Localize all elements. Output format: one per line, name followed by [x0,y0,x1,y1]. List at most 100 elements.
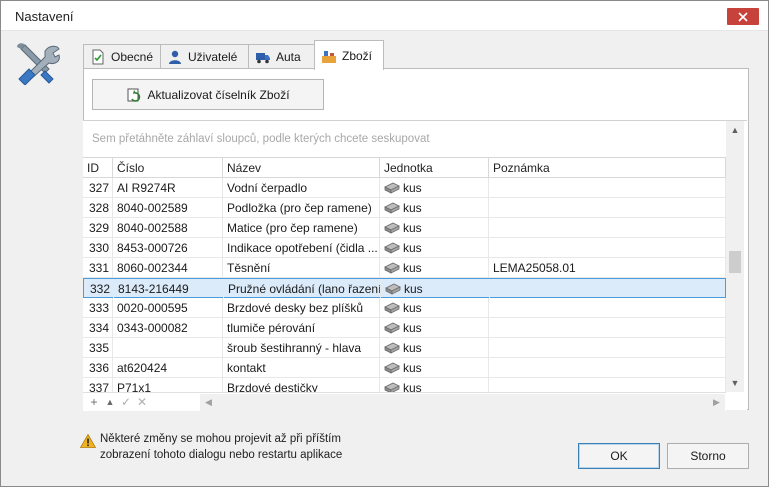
tab-obecne[interactable]: Obecné [83,44,161,69]
group-by-panel[interactable]: Sem přetáhněte záhlaví sloupců, podle kt… [83,121,726,157]
cell-jednotka[interactable]: kus [380,318,489,337]
column-header-poznamka[interactable]: Poznámka [489,158,726,178]
cell-jednotka[interactable]: kus [380,358,489,377]
scroll-down-icon[interactable]: ▼ [726,374,744,391]
cell-jednotka[interactable]: kus [380,378,489,392]
unit-label: kus [403,301,422,315]
cell-nazev[interactable]: Vodní čerpadlo [223,178,380,197]
cell-nazev[interactable]: Těsnění [223,258,380,277]
cell-nazev[interactable]: Podložka (pro čep ramene) [223,198,380,217]
confirm-icon[interactable]: ✓ [119,395,133,409]
add-row-icon[interactable]: + [87,395,101,409]
cell-cislo[interactable]: 8143-216449 [114,279,224,298]
cell-poznamka[interactable] [489,378,726,392]
tools-icon [17,43,60,85]
cell-id[interactable]: 332 [84,279,114,298]
column-header-nazev[interactable]: Název [223,158,380,178]
cell-id[interactable]: 329 [83,218,113,237]
table-row[interactable]: 327 AI R9274R Vodní čerpadlo kus [83,178,726,198]
cell-jednotka[interactable]: kus [380,298,489,317]
window-title: Nastavení [15,9,74,24]
cell-id[interactable]: 334 [83,318,113,337]
cancel-edit-icon[interactable]: ✕ [135,395,149,409]
scroll-up-icon[interactable]: ▲ [726,121,744,138]
table-row[interactable]: 335 šroub šestihranný - hlava kus [83,338,726,358]
cell-id[interactable]: 331 [83,258,113,277]
ok-button[interactable]: OK [578,443,660,469]
cell-cislo[interactable]: at620424 [113,358,223,377]
cell-id[interactable]: 333 [83,298,113,317]
cell-jednotka[interactable]: kus [380,258,489,277]
cell-id[interactable]: 327 [83,178,113,197]
scroll-left-icon[interactable]: ◀ [200,394,217,411]
cell-poznamka[interactable] [489,238,726,257]
cell-id[interactable]: 330 [83,238,113,257]
table-row[interactable]: 333 0020-000595 Brzdové desky bez plíšků ku… [83,298,726,318]
unit-piece-icon [384,322,400,334]
refresh-catalog-icon [127,88,141,102]
tab-zbozi[interactable]: Zboží [314,40,384,70]
cell-nazev[interactable]: Brzdové desky bez plíšků [223,298,380,317]
cell-cislo[interactable]: AI R9274R [113,178,223,197]
cell-jednotka[interactable]: kus [380,198,489,217]
scrollbar-thumb[interactable] [729,251,741,273]
cell-jednotka[interactable]: kus [380,218,489,237]
scroll-right-icon[interactable]: ▶ [708,394,725,411]
cell-nazev[interactable]: šroub šestihranný - hlava [223,338,380,357]
cell-nazev[interactable]: Matice (pro čep ramene) [223,218,380,237]
column-header-cislo[interactable]: Číslo [113,158,223,178]
cell-id[interactable]: 335 [83,338,113,357]
move-up-icon[interactable]: ▲ [103,395,117,409]
unit-piece-icon [384,262,400,274]
cell-nazev[interactable]: Pružné ovládání (lano řazení) [224,279,381,298]
cell-cislo[interactable]: 0343-000082 [113,318,223,337]
cell-cislo[interactable]: P71x1 [113,378,223,392]
warning-text-line2: zobrazení tohoto dialogu nebo restartu a… [100,449,343,461]
cell-poznamka[interactable] [489,318,726,337]
cell-nazev[interactable]: tlumiče pérování [223,318,380,337]
cell-poznamka[interactable] [489,358,726,377]
table-row[interactable]: 331 8060-002344 Těsnění kus LEMA25058.01 [83,258,726,278]
cell-poznamka[interactable] [489,338,726,357]
tab-uzivatele[interactable]: Uživatelé [160,44,249,69]
table-row-selected[interactable]: 332 8143-216449 Pružné ovládání (lano řaze… [83,278,726,298]
cell-poznamka[interactable] [490,279,726,298]
table-row[interactable]: 336 at620424 kontakt kus [83,358,726,378]
cell-cislo[interactable]: 8060-002344 [113,258,223,277]
horizontal-scrollbar[interactable]: ◀ ▶ [200,394,725,411]
cell-jednotka[interactable]: kus [380,178,489,197]
cell-jednotka[interactable]: kus [381,279,490,298]
table-row[interactable]: 329 8040-002588 Matice (pro čep ramene) kus [83,218,726,238]
cell-poznamka[interactable] [489,198,726,217]
cancel-button[interactable]: Storno [667,443,749,469]
cell-cislo[interactable]: 0020-000595 [113,298,223,317]
table-row[interactable]: 330 8453-000726 Indikace opotřebení (čidla… [83,238,726,258]
cell-cislo[interactable] [113,338,223,357]
cell-nazev[interactable]: kontakt [223,358,380,377]
cell-id[interactable]: 328 [83,198,113,217]
cell-cislo[interactable]: 8040-002588 [113,218,223,237]
cell-nazev[interactable]: Indikace opotřebení (čidla ... [223,238,380,257]
cell-cislo[interactable]: 8040-002589 [113,198,223,217]
close-icon [738,11,748,22]
table-row[interactable]: 334 0343-000082 tlumiče pérování kus [83,318,726,338]
tab-auta[interactable]: Auta [248,44,315,69]
cell-poznamka[interactable] [489,298,726,317]
column-header-id[interactable]: ID [83,158,113,178]
table-row[interactable]: 337 P71x1 Brzdové destičky kus [83,378,726,392]
cell-jednotka[interactable]: kus [380,338,489,357]
cell-poznamka[interactable] [489,178,726,197]
cell-id[interactable]: 336 [83,358,113,377]
cell-nazev[interactable]: Brzdové destičky [223,378,380,392]
cell-poznamka[interactable] [489,218,726,237]
table-row[interactable]: 328 8040-002589 Podložka (pro čep ramene) k… [83,198,726,218]
cell-poznamka[interactable]: LEMA25058.01 [489,258,726,277]
column-header-jednotka[interactable]: Jednotka [380,158,489,178]
cell-jednotka[interactable]: kus [380,238,489,257]
cell-cislo[interactable]: 8453-000726 [113,238,223,257]
close-button[interactable] [727,8,759,25]
cell-id[interactable]: 337 [83,378,113,392]
update-catalog-button[interactable]: Aktualizovat číselník Zboží [92,79,324,110]
vertical-scrollbar[interactable]: ▲ ▼ [726,121,744,392]
document-check-icon [92,49,104,65]
